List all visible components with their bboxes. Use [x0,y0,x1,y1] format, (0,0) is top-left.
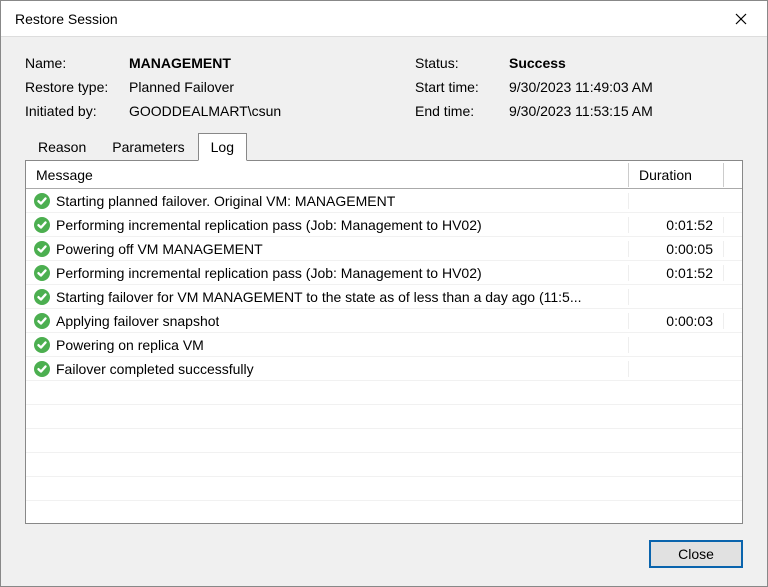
col-header-message[interactable]: Message [26,163,629,187]
log-message-cell: Failover completed successfully [26,361,629,377]
log-message-text: Starting planned failover. Original VM: … [56,193,395,209]
close-button-footer[interactable]: Close [649,540,743,568]
name-value: MANAGEMENT [129,55,231,71]
log-message-text: Applying failover snapshot [56,313,219,329]
log-message-cell: Performing incremental replication pass … [26,265,629,281]
log-message-text: Starting failover for VM MANAGEMENT to t… [56,289,582,305]
info-row-restore-type: Restore type: Planned Failover [25,79,395,95]
name-label: Name: [25,55,125,71]
status-value: Success [509,55,566,71]
log-duration-cell: 0:00:05 [629,241,724,257]
close-icon [735,13,747,25]
success-icon [34,313,50,329]
log-row-empty [26,453,742,477]
info-row-end-time: End time: 9/30/2023 11:53:15 AM [415,103,743,119]
col-header-duration[interactable]: Duration [629,163,724,187]
end-time-label: End time: [415,103,505,119]
log-message-cell: Starting failover for VM MANAGEMENT to t… [26,289,629,305]
start-time-value: 9/30/2023 11:49:03 AM [509,79,653,95]
log-message-text: Powering on replica VM [56,337,204,353]
dialog-title: Restore Session [15,11,118,27]
success-icon [34,361,50,377]
log-message-text: Performing incremental replication pass … [56,217,482,233]
start-time-label: Start time: [415,79,505,95]
log-row[interactable]: Powering off VM MANAGEMENT 0:00:05 [26,237,742,261]
info-section: Name: MANAGEMENT Restore type: Planned F… [1,37,767,133]
log-row[interactable]: Failover completed successfully [26,357,742,381]
log-row-empty [26,381,742,405]
log-message-cell: Performing incremental replication pass … [26,217,629,233]
log-message-cell: Powering off VM MANAGEMENT [26,241,629,257]
tabs: Reason Parameters Log [25,133,743,161]
titlebar: Restore Session [1,1,767,37]
log-message-text: Powering off VM MANAGEMENT [56,241,263,257]
log-row[interactable]: Performing incremental replication pass … [26,261,742,285]
success-icon [34,337,50,353]
initiated-by-label: Initiated by: [25,103,125,119]
log-panel: Message Duration Starting planned failov… [25,160,743,524]
success-icon [34,217,50,233]
initiated-by-value: GOODDEALMART\csun [129,103,281,119]
info-col-left: Name: MANAGEMENT Restore type: Planned F… [25,55,395,119]
log-row-empty [26,429,742,453]
success-icon [34,241,50,257]
log-message-cell: Starting planned failover. Original VM: … [26,193,629,209]
log-body[interactable]: Starting planned failover. Original VM: … [26,189,742,523]
log-row[interactable]: Applying failover snapshot 0:00:03 [26,309,742,333]
log-row[interactable]: Starting planned failover. Original VM: … [26,189,742,213]
restore-type-value: Planned Failover [129,79,234,95]
log-message-cell: Applying failover snapshot [26,313,629,329]
log-message-text: Performing incremental replication pass … [56,265,482,281]
tab-reason[interactable]: Reason [25,133,99,161]
tab-parameters[interactable]: Parameters [99,133,197,161]
log-duration-cell: 0:01:52 [629,265,724,281]
success-icon [34,193,50,209]
restore-type-label: Restore type: [25,79,125,95]
log-duration-cell: 0:01:52 [629,217,724,233]
info-row-status: Status: Success [415,55,743,71]
log-row[interactable]: Powering on replica VM [26,333,742,357]
success-icon [34,289,50,305]
restore-session-dialog: Restore Session Name: MANAGEMENT Restore… [0,0,768,587]
log-row-empty [26,405,742,429]
log-message-cell: Powering on replica VM [26,337,629,353]
footer: Close [1,536,767,586]
log-message-text: Failover completed successfully [56,361,254,377]
info-row-name: Name: MANAGEMENT [25,55,395,71]
info-row-start-time: Start time: 9/30/2023 11:49:03 AM [415,79,743,95]
success-icon [34,265,50,281]
log-row[interactable]: Performing incremental replication pass … [26,213,742,237]
tab-log[interactable]: Log [198,133,247,161]
close-button[interactable] [727,5,755,33]
log-row-empty [26,477,742,501]
log-header: Message Duration [26,161,742,189]
info-col-right: Status: Success Start time: 9/30/2023 11… [415,55,743,119]
info-row-initiated-by: Initiated by: GOODDEALMART\csun [25,103,395,119]
log-duration-cell: 0:00:03 [629,313,724,329]
end-time-value: 9/30/2023 11:53:15 AM [509,103,653,119]
log-row[interactable]: Starting failover for VM MANAGEMENT to t… [26,285,742,309]
status-label: Status: [415,55,505,71]
